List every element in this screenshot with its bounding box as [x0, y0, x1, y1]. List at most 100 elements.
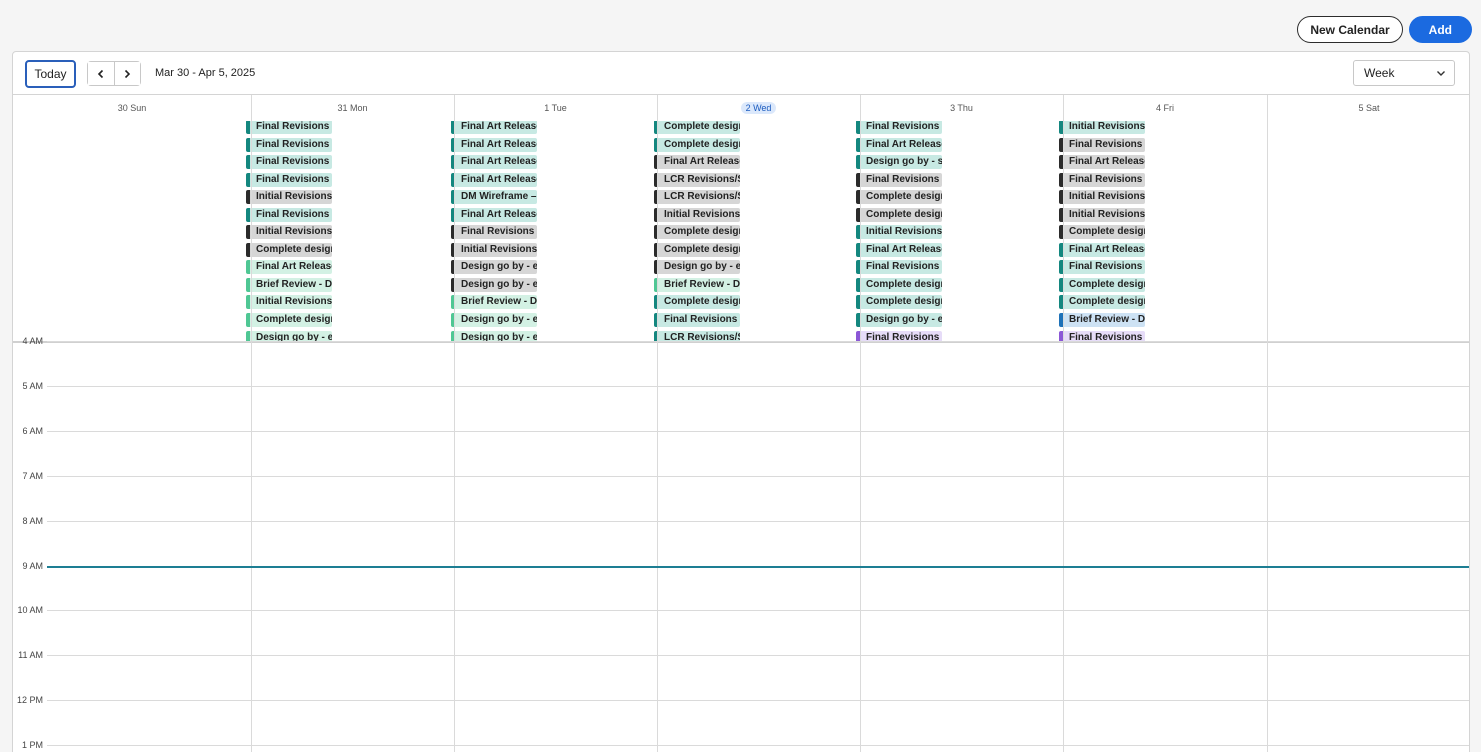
day-header[interactable]: 2 Wed [657, 95, 860, 121]
calendar-event[interactable]: Final Art Release [654, 155, 740, 170]
calendar-event[interactable]: Brief Review - D [246, 277, 332, 292]
prev-week-button[interactable] [88, 62, 114, 85]
calendar-event[interactable]: Complete design [856, 295, 942, 310]
calendar-event[interactable]: Final Revisions – [856, 172, 942, 187]
day-header-label: 4 Fri [1156, 103, 1174, 113]
day-header[interactable]: 3 Thu [860, 95, 1063, 121]
calendar-event[interactable]: Initial Revisions [1059, 190, 1145, 205]
hour-line [47, 431, 1469, 432]
day-events: Complete design Complete design Final Art … [654, 121, 740, 341]
calendar-event[interactable]: Final Revisions – [1059, 172, 1145, 187]
hour-label: 6 AM [22, 426, 43, 436]
calendar-event[interactable]: Final Revisions – [856, 330, 942, 341]
calendar-event[interactable]: Initial Revisions [246, 190, 332, 205]
chevron-down-icon [1437, 71, 1445, 76]
calendar-event[interactable]: Initial Revisions [856, 225, 942, 240]
calendar-event[interactable]: Final Revisions – [1059, 260, 1145, 275]
calendar-event[interactable]: Design go by - en [451, 277, 537, 292]
calendar-event[interactable]: Final Art Release [451, 121, 537, 134]
calendar-event[interactable]: Final Revisions – [1059, 137, 1145, 152]
calendar-event[interactable]: Design go by - sg [856, 155, 942, 170]
hour-label: 10 AM [17, 605, 43, 615]
calendar-event[interactable]: Final Revisions – [1059, 330, 1145, 341]
calendar-event[interactable]: Final Art Release [1059, 155, 1145, 170]
day-header-label: 3 Thu [950, 103, 973, 113]
hour-line [47, 476, 1469, 477]
add-button[interactable]: Add [1408, 16, 1472, 43]
calendar-event[interactable]: Brief Review - De [654, 277, 740, 292]
calendar-event[interactable]: Brief Review - De [451, 295, 537, 310]
calendar-event[interactable]: Initial Revisions [654, 207, 740, 222]
calendar-event[interactable]: Design go by - en [451, 260, 537, 275]
today-button[interactable]: Today [25, 60, 76, 88]
calendar-event[interactable]: Initial Revisions – [1059, 121, 1145, 134]
day-header[interactable]: 4 Fri [1063, 95, 1267, 121]
calendar-event[interactable]: Final Art Release [451, 207, 537, 222]
day-events: Final Revisions – Final Art Release Design… [856, 121, 942, 341]
day-header[interactable]: 5 Sat [1267, 95, 1469, 121]
calendar-event[interactable]: Initial Revisions – [451, 242, 537, 257]
calendar-event[interactable]: Complete design [654, 295, 740, 310]
calendar-event[interactable]: Complete design [1059, 225, 1145, 240]
day-header[interactable]: 30 Sun [13, 95, 251, 121]
calendar-event[interactable]: Design go by - en [451, 313, 537, 328]
calendar-event[interactable]: Brief Review - De [1059, 313, 1145, 328]
calendar-event[interactable]: Final Art Release [1059, 242, 1145, 257]
calendar-event[interactable]: Final Art Release [451, 137, 537, 152]
calendar-event[interactable]: Final Revisions – [246, 137, 332, 152]
calendar-event[interactable]: Complete design [1059, 277, 1145, 292]
calendar-event[interactable]: Final Revisions – [246, 207, 332, 222]
day-events: Initial Revisions – Final Revisions – Fina… [1059, 121, 1145, 341]
new-calendar-button[interactable]: New Calendar [1297, 16, 1403, 43]
hour-line [47, 521, 1469, 522]
calendar-event[interactable]: Design go by - en [856, 313, 942, 328]
calendar-event[interactable]: DM Wireframe – [451, 190, 537, 205]
calendar-event[interactable]: Initial Revisions – [1059, 207, 1145, 222]
calendar-event[interactable]: Initial Revisions [246, 225, 332, 240]
calendar-event[interactable]: Final Revisions – [856, 121, 942, 134]
view-select-value: Week [1364, 66, 1395, 80]
calendar-event[interactable]: Final Revisions – [654, 313, 740, 328]
calendar-event[interactable]: Final Art Release [451, 172, 537, 187]
calendar-event[interactable]: Complete design [856, 207, 942, 222]
day-column-divider [1267, 95, 1268, 752]
calendar-event[interactable]: Initial Revisions [246, 295, 332, 310]
calendar-event[interactable]: Design go by - en [451, 330, 537, 341]
calendar-event[interactable]: Complete design [246, 313, 332, 328]
calendar-event[interactable]: Design go by - e [654, 260, 740, 275]
day-header-label: 2 Wed [740, 102, 777, 114]
calendar-event[interactable]: Final Revisions – [246, 121, 332, 134]
header-actions: New Calendar Add [1297, 16, 1472, 43]
view-select[interactable]: Week [1353, 60, 1455, 86]
calendar-event[interactable]: Complete design [1059, 295, 1145, 310]
calendar-event[interactable]: Final Revisions – [856, 260, 942, 275]
current-time-line [47, 566, 1469, 568]
hour-line [47, 655, 1469, 656]
calendar-event[interactable]: Complete design [246, 242, 332, 257]
calendar-event[interactable]: Complete design [654, 225, 740, 240]
calendar-event[interactable]: Final Art Release [856, 242, 942, 257]
calendar-event[interactable]: Final Revisions – [451, 225, 537, 240]
calendar-event[interactable]: LCR Revisions/S [654, 330, 740, 341]
calendar-event[interactable]: Complete design [654, 137, 740, 152]
day-header[interactable]: 1 Tue [454, 95, 657, 121]
calendar-event[interactable]: Final Revisions – [246, 172, 332, 187]
calendar-event[interactable]: Final Revisions – [246, 155, 332, 170]
day-events: Final Revisions – Final Revisions – Fina… [246, 121, 332, 341]
calendar-event[interactable]: LCR Revisions/S [654, 172, 740, 187]
calendar-event[interactable]: LCR Revisions/S [654, 190, 740, 205]
hour-label: 9 AM [22, 561, 43, 571]
day-header[interactable]: 31 Mon [251, 95, 454, 121]
calendar-event[interactable]: Final Art Release [246, 260, 332, 275]
next-week-button[interactable] [113, 62, 140, 85]
calendar-event[interactable]: Final Art Release [856, 137, 942, 152]
week-nav [87, 61, 141, 86]
calendar-event[interactable]: Complete design [654, 121, 740, 134]
calendar-event[interactable]: Complete design [856, 277, 942, 292]
calendar-event[interactable]: Complete design [654, 242, 740, 257]
calendar-event[interactable]: Design go by - e [246, 330, 332, 341]
calendar-event[interactable]: Complete design [856, 190, 942, 205]
hour-line [47, 610, 1469, 611]
week-grid: Final Revisions – Final Revisions – Fina… [13, 95, 1469, 752]
calendar-event[interactable]: Final Art Release [451, 155, 537, 170]
